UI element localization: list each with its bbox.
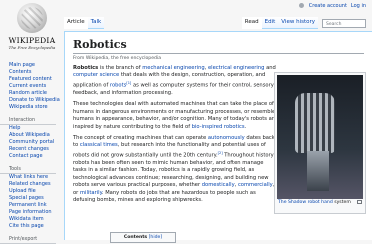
sidebar-item-recent-changes[interactable]: Recent changes bbox=[9, 146, 49, 152]
puzzle-globe-icon bbox=[17, 3, 47, 33]
sidebar-item-contents[interactable]: Contents bbox=[9, 69, 32, 75]
thumbnail-caption: The Shadow robot hand system bbox=[275, 199, 365, 207]
paragraph-1: Robotics is the branch of mechanical eng… bbox=[73, 65, 277, 97]
robot-hand-image[interactable] bbox=[277, 75, 363, 199]
sidebar-item-wikidata-item[interactable]: Wikidata item bbox=[9, 216, 44, 222]
text: . bbox=[244, 123, 247, 130]
sidebar-item-what-links-here[interactable]: What links here bbox=[9, 174, 48, 180]
personal-tools: Create account Log in bbox=[298, 3, 366, 9]
page-title: Robotics bbox=[73, 38, 364, 54]
link-electrical-engineering[interactable]: electrical engineering bbox=[208, 65, 264, 71]
article-body: Robotics is the branch of mechanical eng… bbox=[73, 65, 277, 204]
sidebar-item-store[interactable]: Wikipedia store bbox=[9, 104, 48, 110]
sidebar-item-special-pages[interactable]: Special pages bbox=[9, 195, 44, 201]
link-mechanical-engineering[interactable]: mechanical engineering bbox=[142, 65, 204, 71]
toc-title: Contents bbox=[123, 235, 148, 240]
sidebar-item-community-portal[interactable]: Community portal bbox=[9, 139, 54, 145]
link-autonomously[interactable]: autonomously bbox=[208, 135, 245, 141]
sidebar-heading-tools: Tools bbox=[0, 166, 56, 174]
text: These technologies deal with automated m… bbox=[73, 101, 277, 130]
logo-tagline: The Free Encyclopedia bbox=[8, 45, 56, 50]
link-domestically[interactable]: domestically bbox=[202, 182, 235, 188]
tab-read[interactable]: Read bbox=[241, 17, 262, 29]
sidebar-item-main-page[interactable]: Main page bbox=[9, 62, 35, 68]
tab-talk[interactable]: Talk bbox=[87, 17, 105, 29]
view-tabs: Read Edit View history Search bbox=[241, 17, 366, 29]
robot-hand-shape bbox=[295, 93, 335, 153]
robot-wrist-shape bbox=[307, 151, 329, 191]
sidebar-item-about[interactable]: About Wikipedia bbox=[9, 132, 50, 138]
link-computer-science[interactable]: computer science bbox=[73, 72, 119, 78]
logo-wordmark: WIKIPEDIA bbox=[8, 36, 56, 45]
sidebar-item-contact-page[interactable]: Contact page bbox=[9, 153, 43, 159]
link-bio-inspired-robotics[interactable]: bio-inspired robotics bbox=[192, 124, 245, 130]
sidebar-item-current-events[interactable]: Current events bbox=[9, 83, 46, 89]
paragraph-2: These technologies deal with automated m… bbox=[73, 101, 277, 131]
link-commercially[interactable]: commercially bbox=[238, 182, 273, 188]
sidebar-item-upload-file[interactable]: Upload file bbox=[9, 188, 36, 194]
user-icon bbox=[298, 3, 304, 8]
sidebar-item-help[interactable]: Help bbox=[9, 125, 20, 131]
toc-hide-link[interactable]: [hide] bbox=[149, 235, 163, 240]
text: is the branch of bbox=[98, 65, 143, 71]
tab-view-history[interactable]: View history bbox=[278, 17, 318, 29]
login-link[interactable]: Log in bbox=[351, 3, 366, 9]
table-of-contents: Contents [hide] bbox=[110, 232, 176, 243]
create-account-link[interactable]: Create account bbox=[309, 3, 347, 9]
sidebar-item-donate[interactable]: Donate to Wikipedia bbox=[9, 97, 60, 103]
sidebar: Main page Contents Featured content Curr… bbox=[0, 62, 64, 244]
search-input[interactable]: Search bbox=[322, 18, 366, 28]
link-militarily[interactable]: militarily bbox=[80, 190, 102, 196]
text: The concept of creating machines that ca… bbox=[73, 134, 208, 141]
bold-term: Robotics bbox=[73, 65, 99, 71]
link-classical-times[interactable]: classical times bbox=[80, 142, 118, 148]
paragraph-3: The concept of creating machines that ca… bbox=[73, 135, 277, 204]
sidebar-heading-interaction: Interaction bbox=[0, 117, 56, 125]
sidebar-item-related-changes[interactable]: Related changes bbox=[9, 181, 51, 187]
caption-text: system bbox=[332, 200, 351, 205]
sidebar-item-cite-this-page[interactable]: Cite this page bbox=[9, 223, 44, 229]
sidebar-item-random-article[interactable]: Random article bbox=[9, 90, 47, 96]
caption-link-shadow-hand[interactable]: The Shadow robot hand bbox=[278, 200, 333, 205]
wikipedia-logo[interactable]: WIKIPEDIA The Free Encyclopedia bbox=[7, 3, 57, 61]
namespace-tabs: Article Talk bbox=[64, 17, 105, 29]
sidebar-item-permanent-link[interactable]: Permanent link bbox=[9, 202, 47, 208]
thumbnail: The Shadow robot hand system bbox=[274, 72, 366, 214]
sidebar-item-featured-content[interactable]: Featured content bbox=[9, 76, 52, 82]
site-sub: From Wikipedia, the free encyclopedia bbox=[73, 56, 162, 61]
sidebar-heading-print-export: Print/export bbox=[0, 236, 56, 244]
link-robots[interactable]: robots bbox=[110, 83, 126, 89]
sidebar-item-page-information[interactable]: Page information bbox=[9, 209, 52, 215]
tab-article[interactable]: Article bbox=[64, 17, 88, 29]
enlarge-icon[interactable] bbox=[357, 200, 362, 204]
text: and bbox=[264, 65, 276, 71]
tab-edit[interactable]: Edit bbox=[261, 17, 279, 29]
